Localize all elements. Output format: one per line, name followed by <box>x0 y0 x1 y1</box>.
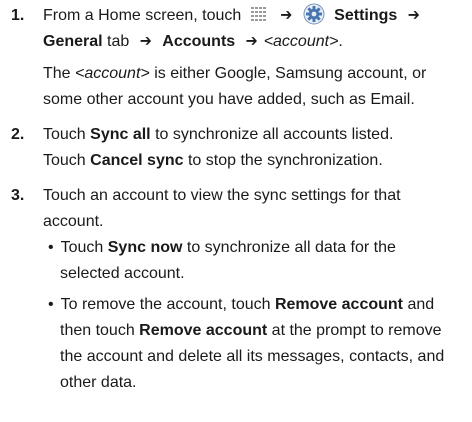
step-text: From a Home screen, touch <box>43 7 242 24</box>
step-text: some other account you have added, such … <box>43 91 415 108</box>
step-text: . <box>338 33 343 50</box>
step-text: Touch <box>60 239 108 256</box>
step-3-line-1: Touch an account to view the sync settin… <box>43 183 401 209</box>
step-text: to stop the synchronization. <box>183 152 383 169</box>
remove-account-label: Remove account <box>139 322 268 339</box>
step-1-line-1: From a Home screen, touch ➔ Settings ➔ <box>43 3 426 29</box>
bullet-item-continued: other data. <box>60 370 137 396</box>
apps-grid-icon <box>250 7 266 21</box>
account-placeholder: <account> <box>75 65 150 82</box>
step-text: other data. <box>60 374 137 391</box>
step-1-para-line-1: The <account> is either Google, Samsung … <box>43 61 426 87</box>
step-text: the account and delete all its messages,… <box>60 348 445 365</box>
step-text: The <box>43 65 76 82</box>
sync-all-label: Sync all <box>90 126 151 143</box>
step-text: at the prompt to remove <box>267 322 442 339</box>
step-text: account. <box>43 213 104 230</box>
bullet-item-continued: the account and delete all its messages,… <box>60 344 444 370</box>
arrow-icon: ➔ <box>139 33 152 50</box>
bullet-item-continued: then touch Remove account at the prompt … <box>60 318 442 344</box>
step-3-line-2: account. <box>43 209 103 235</box>
cancel-sync-label: Cancel sync <box>90 152 184 169</box>
bullet-icon: • <box>48 296 54 313</box>
bullet-item: • To remove the account, touch Remove acc… <box>48 292 434 318</box>
step-text: Touch an account to view the sync settin… <box>43 187 401 204</box>
step-text: to synchronize all accounts listed. <box>150 126 394 143</box>
remove-account-label: Remove account <box>274 296 403 313</box>
step-number: 1. <box>11 7 25 24</box>
step-1-line-2: General tab ➔ Accounts ➔ <account>. <box>43 29 343 55</box>
account-placeholder: <account> <box>263 33 339 50</box>
step-text: Touch <box>43 152 91 169</box>
arrow-icon: ➔ <box>245 33 258 50</box>
step-text: tab <box>107 33 130 50</box>
step-text: is either Google, Samsung account, or <box>149 65 427 82</box>
arrow-icon: ➔ <box>280 7 293 24</box>
bullet-item-continued: selected account. <box>60 261 185 287</box>
step-text: To remove the account, touch <box>60 296 275 313</box>
arrow-icon: ➔ <box>407 7 420 24</box>
settings-label: Settings <box>334 7 398 24</box>
step-1-para-line-2: some other account you have added, such … <box>43 87 415 113</box>
step-text: then touch <box>60 322 140 339</box>
general-label: General <box>43 33 103 50</box>
step-text: and <box>403 296 435 313</box>
settings-gear-icon <box>303 3 325 25</box>
bullet-item: • Touch Sync now to synchronize all data … <box>48 235 396 261</box>
sync-now-label: Sync now <box>107 239 183 256</box>
step-text: Touch <box>43 126 91 143</box>
step-2-line-2: Touch Cancel sync to stop the synchroniz… <box>43 148 383 174</box>
step-2-line-1: Touch Sync all to synchronize all accoun… <box>43 122 393 148</box>
bullet-icon: • <box>48 239 54 256</box>
step-text: to synchronize all data for the <box>182 239 396 256</box>
step-number: 3. <box>11 187 25 204</box>
accounts-label: Accounts <box>162 33 236 50</box>
step-text: selected account. <box>60 265 185 282</box>
step-number: 2. <box>11 126 25 143</box>
document-page: 1. From a Home screen, touch ➔ Settings … <box>0 0 472 422</box>
